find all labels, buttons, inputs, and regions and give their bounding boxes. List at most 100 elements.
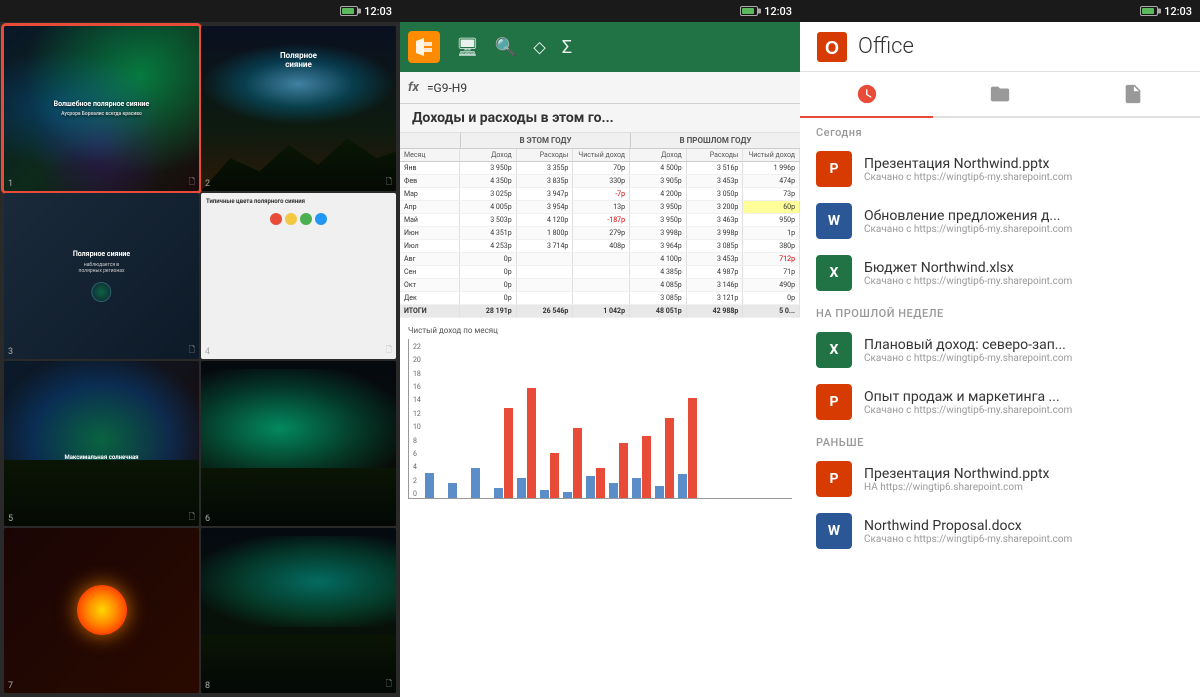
toolbar-sigma-icon[interactable]: Σ xyxy=(562,37,572,58)
file-name-4: Плановый доход: северо-зап... xyxy=(864,337,1184,353)
color-circle-red xyxy=(270,213,282,225)
slide-6[interactable]: 6 xyxy=(201,361,396,526)
slide-number-5: 5 xyxy=(8,514,13,524)
office-logo-svg xyxy=(414,37,434,57)
bar-group-11 xyxy=(655,418,674,498)
tab-new[interactable] xyxy=(1067,72,1200,116)
table-row: Апр4 005р3 954р13р3 950р3 200р60р xyxy=(400,201,800,214)
file-item-4[interactable]: X Плановый доход: северо-зап... Скачано … xyxy=(800,324,1200,376)
slide-doc-icon-3: 🗋 xyxy=(189,344,195,358)
excel-content: Доходы и расходы в этом го... В ЭТОМ ГОД… xyxy=(400,104,800,697)
sun-graphic xyxy=(77,585,127,635)
slide-1-subtitle: Аусрора Бореалис всегда красиво xyxy=(54,111,150,117)
col-raskhody1: Расходы xyxy=(517,149,574,161)
office-logo-svg: O xyxy=(817,32,847,62)
file-source-6: НА https://wingtip6.sharepoint.com xyxy=(864,482,1184,493)
file-item-2[interactable]: W Обновление предложения д... Скачано с … xyxy=(800,195,1200,247)
status-bars: 12:03 12:03 12:03 xyxy=(0,0,1200,22)
file-icon-docx-1: W xyxy=(816,203,852,239)
slide-doc-icon-2: 🗋 xyxy=(386,176,392,190)
bar-red xyxy=(619,443,628,498)
file-icon-pptx-3: P xyxy=(816,461,852,497)
file-name-3: Бюджет Northwind.xlsx xyxy=(864,260,1184,276)
chart-area: Чистый доход по месяц 222018161412108642… xyxy=(400,318,800,507)
y-axis: 2220181614121086420 xyxy=(413,343,421,498)
file-item-1[interactable]: P Презентация Northwind.pptx Скачано с h… xyxy=(800,143,1200,195)
office-logo: O xyxy=(816,31,848,63)
slide-2-title: Полярноесияние xyxy=(280,51,317,69)
bar-group-7 xyxy=(563,428,582,498)
table-row: Янв3 950р3 355р70р4 500р3 516р1 996р xyxy=(400,162,800,175)
slide-4[interactable]: Типичные цвета полярного сияния 4 🗋 xyxy=(201,193,396,358)
section-today-header: Сегодня xyxy=(800,118,1200,143)
file-info-5: Опыт продаж и маркетинга ... Скачано с h… xyxy=(864,389,1184,416)
file-item-3[interactable]: X Бюджет Northwind.xlsx Скачано с https:… xyxy=(800,247,1200,299)
table-row: Фев4 350р3 835р330р3 905р3 453р474р xyxy=(400,175,800,188)
slide-4-title: Типичные цвета полярного сияния xyxy=(206,198,391,205)
toolbar-filter-icon[interactable]: ⬦ xyxy=(533,37,546,58)
slide-2[interactable]: Полярноесияние 2 🗋 xyxy=(201,26,396,191)
section-earlier-header: РАНЬШЕ xyxy=(800,428,1200,453)
col-month: Месяц xyxy=(400,149,460,161)
slide-number-3: 3 xyxy=(8,347,13,357)
file-name-2: Обновление предложения д... xyxy=(864,208,1184,224)
time-mid: 12:03 xyxy=(764,5,792,18)
tab-recent[interactable] xyxy=(800,72,933,116)
file-item-5[interactable]: P Опыт продаж и маркетинга ... Скачано с… xyxy=(800,376,1200,428)
toolbar-monitor-icon[interactable]: 🖥 xyxy=(456,37,479,58)
files-list: Сегодня P Презентация Northwind.pptx Ска… xyxy=(800,118,1200,697)
col-dokhod2: Доход xyxy=(630,149,687,161)
bar-group-1 xyxy=(425,473,444,498)
excel-sheet-title: Доходы и расходы в этом го... xyxy=(400,104,800,133)
bar-red xyxy=(665,418,674,498)
slide-doc-icon-1: 🗋 xyxy=(189,176,195,190)
new-doc-icon xyxy=(1122,83,1144,105)
slide-8[interactable]: 8 🗋 xyxy=(201,528,396,693)
toolbar-search-icon[interactable]: 🔍 xyxy=(495,37,517,58)
bar-red xyxy=(642,436,651,498)
slide-doc-icon-5: 🗋 xyxy=(189,511,195,525)
battery-icon-left xyxy=(340,6,358,16)
bar-blue xyxy=(471,468,480,498)
slide-number-1: 1 xyxy=(8,179,13,189)
table-row: Июн4 351р1 800р279р3 998р3 998р1р xyxy=(400,227,800,240)
table-row: Дек0р3 085р3 121р0р xyxy=(400,292,800,305)
file-icon-xlsx-1: X xyxy=(816,255,852,291)
bar-blue xyxy=(655,486,664,498)
col-net2: Чистый доход xyxy=(743,149,800,161)
file-item-6[interactable]: P Презентация Northwind.pptx НА https://… xyxy=(800,453,1200,505)
bar-red xyxy=(573,428,582,498)
bar-group-3 xyxy=(471,468,490,498)
excel-toolbar: 🖥 🔍 ⬦ Σ xyxy=(400,22,800,72)
file-item-7[interactable]: W Northwind Proposal.docx Скачано с http… xyxy=(800,505,1200,557)
slide-1[interactable]: Волшебное полярное сияние Аусрора Бореал… xyxy=(4,26,199,191)
bar-blue xyxy=(563,492,572,498)
color-circle-yellow xyxy=(285,213,297,225)
col-raskhody2: Расходы xyxy=(687,149,744,161)
bar-chart: 2220181614121086420 xyxy=(408,339,792,499)
recent-icon xyxy=(856,83,878,105)
slide-7[interactable]: 7 xyxy=(4,528,199,693)
section-this-year: В ЭТОМ ГОДУ xyxy=(460,133,630,148)
bar-group-12 xyxy=(678,398,697,498)
file-source-5: Скачано с https://wingtip6-my.sharepoint… xyxy=(864,405,1184,416)
slide-5[interactable]: Максимальная солнечнаяактивность 5 🗋 xyxy=(4,361,199,526)
tab-files[interactable] xyxy=(933,72,1066,116)
slide-doc-icon-8: 🗋 xyxy=(386,678,392,692)
status-bar-middle: 12:03 xyxy=(400,0,800,22)
slide-3-content: Полярное сияние наблюдается в полярных р… xyxy=(14,250,190,302)
office-panel: O Office Сегодня xyxy=(800,22,1200,697)
status-bar-left: 12:03 xyxy=(0,0,400,22)
file-name-5: Опыт продаж и маркетинга ... xyxy=(864,389,1184,405)
time-right: 12:03 xyxy=(1164,5,1192,18)
fx-label: fx xyxy=(408,80,419,95)
section-last-year: В ПРОШЛОМ ГОДУ xyxy=(630,133,800,148)
bar-red xyxy=(527,388,536,498)
color-circle-green xyxy=(300,213,312,225)
bar-red xyxy=(550,453,559,498)
bar-blue xyxy=(540,490,549,498)
slide-3[interactable]: Полярное сияние наблюдается в полярных р… xyxy=(4,193,199,358)
office-icon[interactable] xyxy=(408,31,440,63)
chart-bars xyxy=(425,343,788,498)
slide-1-title: Волшебное полярное сияние xyxy=(54,100,150,108)
